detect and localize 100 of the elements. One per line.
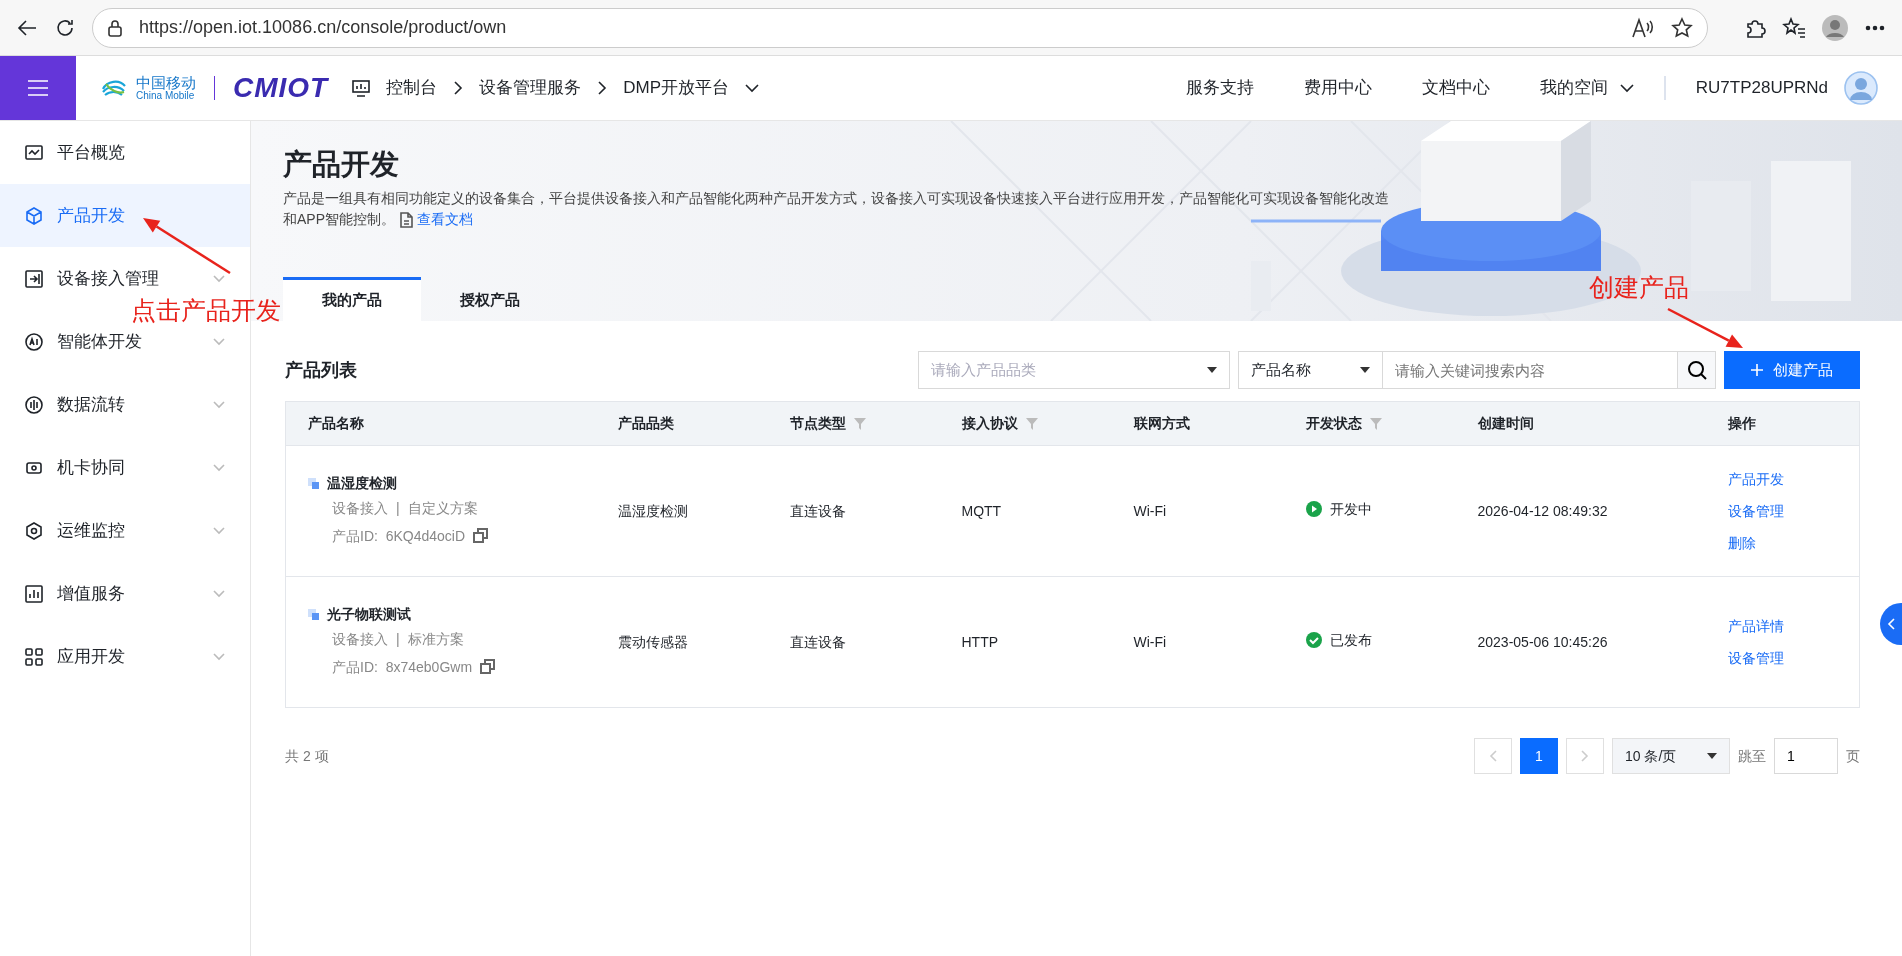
sidebar-item[interactable]: 应用开发 xyxy=(0,639,250,674)
sidebar-item[interactable]: 增值服务 xyxy=(0,576,250,611)
monitor-icon xyxy=(25,143,43,162)
column-header: 创建时间 xyxy=(1477,414,1534,433)
read-aloud-icon[interactable] xyxy=(1631,16,1655,39)
menu-button[interactable] xyxy=(0,56,76,120)
chevron-down-icon xyxy=(213,400,225,409)
product-icon xyxy=(308,477,319,489)
chart-icon xyxy=(25,584,43,603)
logo-subtext: China Mobile xyxy=(136,90,196,101)
sidebar-item[interactable]: 数据流转 xyxy=(0,387,250,422)
copy-icon[interactable] xyxy=(480,659,496,674)
breadcrumb-link[interactable]: 控制台 xyxy=(386,75,438,101)
column-header: 节点类型 xyxy=(789,413,866,434)
table-cell: HTTP xyxy=(961,633,999,650)
sidebar-item[interactable]: 产品开发 xyxy=(0,184,250,247)
cube-icon xyxy=(25,206,43,225)
product-icon xyxy=(308,608,319,620)
table-cell: 直连设备 xyxy=(789,502,846,519)
access-type: 设备接入 xyxy=(332,629,388,649)
plus-icon xyxy=(1751,364,1763,376)
breadcrumb-link[interactable]: DMP开放平台 xyxy=(623,75,729,101)
user-name[interactable]: RU7TP28UPRNd xyxy=(1695,75,1828,101)
sidebar-item[interactable]: 智能体开发 xyxy=(0,324,250,359)
tab[interactable]: 授权产品 xyxy=(421,277,559,321)
chevron-down-icon[interactable] xyxy=(745,83,759,93)
column-header: 联网方式 xyxy=(1133,414,1190,433)
chevron-down-icon xyxy=(213,652,225,661)
product-id: 产品ID: 6KQ4d4ociD xyxy=(332,526,466,546)
total-count: 共 2 项 xyxy=(285,746,329,766)
action-link[interactable]: 产品详情 xyxy=(1727,609,1837,642)
chevron-down-icon[interactable] xyxy=(1619,83,1634,93)
chevron-right-icon xyxy=(453,81,464,95)
page-title: 产品开发 xyxy=(283,147,400,182)
chevron-right-icon xyxy=(1581,750,1589,762)
field-select[interactable]: 产品名称 xyxy=(1238,351,1383,389)
product-name[interactable]: 光子物联测试 xyxy=(327,603,411,625)
caret-down-icon xyxy=(1207,367,1217,373)
annotation-text: 点击产品开发 xyxy=(131,298,281,323)
table-cell: Wi-Fi xyxy=(1133,633,1167,650)
access-type: 设备接入 xyxy=(332,498,388,518)
create-button[interactable]: 创建产品 xyxy=(1724,351,1860,389)
profile-avatar-icon[interactable] xyxy=(1822,14,1848,41)
column-header: 开发状态 xyxy=(1305,413,1382,434)
star-icon[interactable] xyxy=(1671,16,1693,39)
table-cell: 2026-04-12 08:49:32 xyxy=(1477,502,1608,519)
action-link[interactable]: 产品开发 xyxy=(1727,462,1837,495)
chevron-left-icon xyxy=(1489,750,1497,762)
section-title: 产品列表 xyxy=(285,358,357,382)
copy-icon[interactable] xyxy=(473,528,489,543)
chevron-down-icon xyxy=(213,589,225,598)
column-header: 操作 xyxy=(1727,414,1756,433)
lock-icon xyxy=(107,18,123,37)
search-button[interactable] xyxy=(1678,351,1716,389)
chevron-down-icon xyxy=(213,463,225,472)
search-field[interactable]: 请输入关键词搜索内容 xyxy=(1383,351,1678,389)
tab[interactable]: 我的产品 xyxy=(283,277,421,321)
page-button[interactable]: 1 xyxy=(1520,738,1558,774)
table-cell: 直连设备 xyxy=(789,633,846,650)
doc-link[interactable]: 查看文档 xyxy=(398,210,473,227)
product-name[interactable]: 温湿度检测 xyxy=(327,472,397,494)
sidebar-item[interactable]: 运维监控 xyxy=(0,513,250,548)
sidebar-item[interactable]: 机卡协同 xyxy=(0,450,250,485)
caret-down-icon xyxy=(1360,367,1370,373)
annotation-text: 创建产品 xyxy=(1589,275,1689,300)
action-link[interactable]: 设备管理 xyxy=(1727,494,1837,528)
page-unit-label: 页 xyxy=(1846,746,1860,766)
page-input[interactable]: 1 xyxy=(1774,738,1838,774)
sidebar-item[interactable]: 设备接入管理 xyxy=(0,261,250,296)
chevron-down-icon xyxy=(213,337,225,346)
favorites-icon[interactable] xyxy=(1782,16,1806,39)
scheme-type: 标准方案 xyxy=(407,629,464,649)
table-cell: 2023-05-06 10:45:26 xyxy=(1477,633,1608,650)
grid-icon xyxy=(25,647,43,666)
scheme-type: 自定义方案 xyxy=(407,498,478,518)
address-bar[interactable]: https://open.iot.10086.cn/console/product/own xyxy=(92,7,1708,48)
nav-link[interactable]: 我的空间 xyxy=(1539,75,1608,101)
search-icon xyxy=(1686,360,1707,380)
nav-link[interactable]: 费用中心 xyxy=(1303,75,1372,101)
product-id: 产品ID: 8x74eb0Gwm xyxy=(332,657,473,677)
collapse-handle[interactable] xyxy=(1880,603,1902,645)
caret-down-icon xyxy=(1707,753,1717,759)
page-size-select[interactable]: 10 条/页 xyxy=(1612,738,1730,774)
breadcrumb-link[interactable]: 设备管理服务 xyxy=(479,75,582,101)
chevron-right-icon xyxy=(597,81,608,95)
nav-link[interactable]: 服务支持 xyxy=(1185,75,1254,101)
table-cell: MQTT xyxy=(961,502,1002,519)
action-link[interactable]: 删除 xyxy=(1727,527,1837,560)
data-icon xyxy=(25,395,43,414)
ai-icon xyxy=(25,332,43,351)
chevron-down-icon xyxy=(213,274,225,283)
brand-logo: CMIOT xyxy=(233,71,329,105)
logo-text: 中国移动 xyxy=(136,75,196,90)
status-text: 开发中 xyxy=(1329,499,1372,519)
sidebar-item[interactable]: 平台概览 xyxy=(0,135,250,170)
status-text: 已发布 xyxy=(1329,630,1372,650)
login-icon xyxy=(25,269,43,288)
action-link[interactable]: 设备管理 xyxy=(1727,642,1837,675)
separator-text: | xyxy=(396,629,400,649)
nav-link[interactable]: 文档中心 xyxy=(1421,75,1490,101)
